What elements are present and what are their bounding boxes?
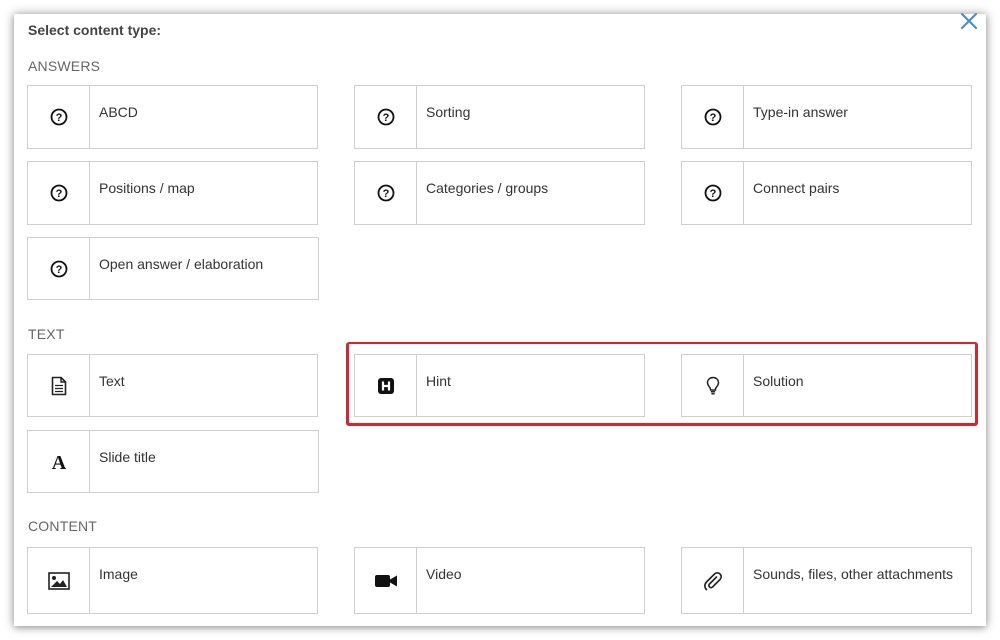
question-circle-icon: ? xyxy=(28,86,90,148)
svg-text:?: ? xyxy=(382,188,389,200)
question-circle-icon: ? xyxy=(28,162,90,224)
card-label: Sorting xyxy=(426,104,471,120)
card-label: Connect pairs xyxy=(753,180,840,196)
image-icon xyxy=(28,548,90,613)
card-label: Type-in answer xyxy=(753,104,848,120)
card-label: Categories / groups xyxy=(426,180,549,196)
card-label: Open answer / elaboration xyxy=(99,256,264,272)
content-type-video[interactable]: Video xyxy=(354,547,645,614)
card-label: Text xyxy=(99,373,125,389)
card-label: Solution xyxy=(753,373,804,389)
content-type-categories-groups[interactable]: ? Categories / groups xyxy=(354,161,645,225)
svg-text:?: ? xyxy=(709,112,716,124)
card-label: Image xyxy=(99,566,138,582)
svg-text:A: A xyxy=(51,452,66,472)
close-icon[interactable] xyxy=(958,10,980,32)
document-icon xyxy=(28,355,90,416)
card-label: Positions / map xyxy=(99,180,195,196)
card-label: ABCD xyxy=(99,104,138,120)
card-label: Hint xyxy=(426,373,451,389)
svg-text:?: ? xyxy=(709,188,716,200)
content-type-solution[interactable]: Solution xyxy=(681,354,972,417)
section-answers: ANSWERS xyxy=(28,58,101,74)
content-type-positions-map[interactable]: ? Positions / map xyxy=(27,161,318,225)
section-text: TEXT xyxy=(28,326,65,342)
content-type-type-in-answer[interactable]: ? Type-in answer xyxy=(681,85,972,149)
content-type-attachments[interactable]: Sounds, files, other attachments xyxy=(681,547,972,614)
question-circle-icon: ? xyxy=(682,86,744,148)
card-label: Sounds, files, other attachments xyxy=(753,566,953,582)
letter-a-icon: A xyxy=(28,431,90,492)
question-circle-icon: ? xyxy=(355,86,417,148)
card-label: Video xyxy=(426,566,462,582)
svg-text:?: ? xyxy=(55,188,62,200)
content-type-hint[interactable]: Hint xyxy=(354,354,645,417)
question-circle-icon: ? xyxy=(682,162,744,224)
content-type-image[interactable]: Image xyxy=(27,547,318,614)
content-type-open-answer[interactable]: ? Open answer / elaboration xyxy=(27,237,319,300)
svg-text:?: ? xyxy=(382,112,389,124)
h-square-icon xyxy=(355,355,417,416)
svg-text:?: ? xyxy=(55,264,62,276)
video-camera-icon xyxy=(355,548,417,613)
content-type-connect-pairs[interactable]: ? Connect pairs xyxy=(681,161,972,225)
content-type-abcd[interactable]: ? ABCD xyxy=(27,85,318,149)
question-circle-icon: ? xyxy=(355,162,417,224)
content-type-text[interactable]: Text xyxy=(27,354,318,417)
paperclip-icon xyxy=(682,548,744,613)
svg-text:?: ? xyxy=(55,112,62,124)
content-type-sorting[interactable]: ? Sorting xyxy=(354,85,645,149)
dialog-title: Select content type: xyxy=(28,22,162,38)
card-label: Slide title xyxy=(99,449,156,465)
question-circle-icon: ? xyxy=(28,238,90,299)
lightbulb-icon xyxy=(682,355,744,416)
section-content: CONTENT xyxy=(28,518,98,534)
content-type-slide-title[interactable]: A Slide title xyxy=(27,430,319,493)
